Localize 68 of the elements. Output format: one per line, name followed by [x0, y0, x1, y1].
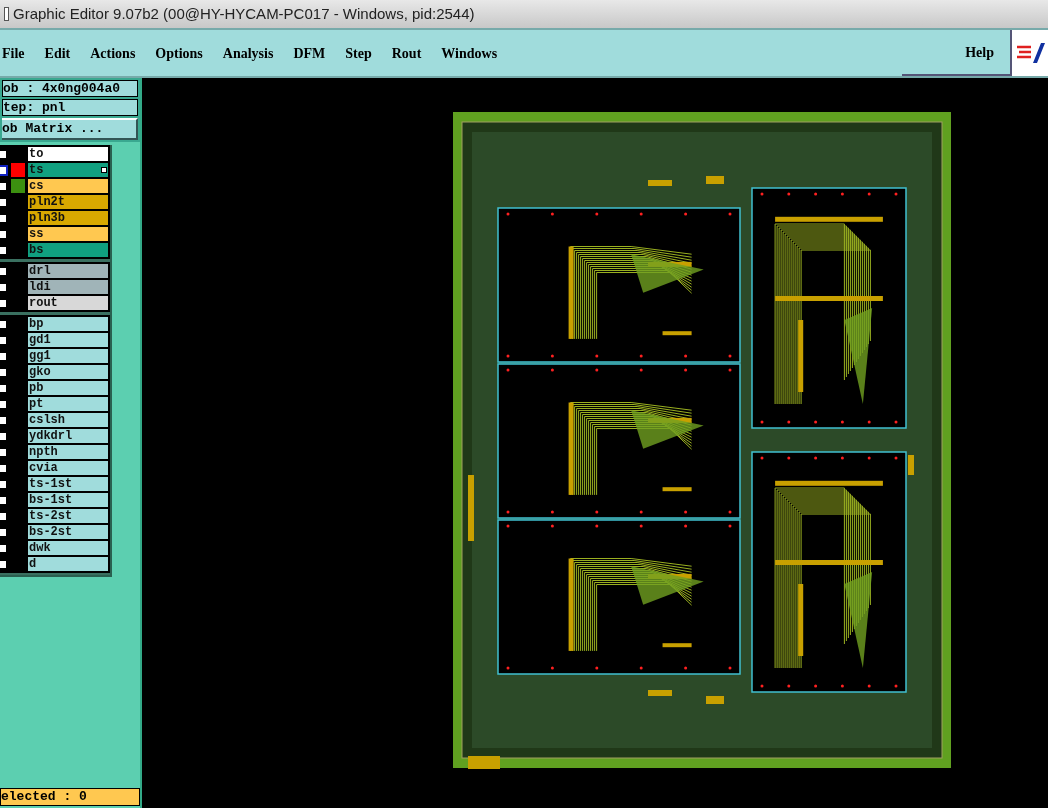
layer-checkbox[interactable] [0, 414, 8, 426]
layer-checkbox[interactable] [0, 196, 8, 208]
layer-checkbox[interactable] [0, 297, 8, 309]
layer-checkbox[interactable] [0, 430, 8, 442]
menu-item[interactable]: File [2, 42, 25, 64]
layer-name[interactable]: cvia [28, 461, 108, 475]
layer-checkbox[interactable] [0, 542, 8, 554]
layer-name[interactable]: pb [28, 381, 108, 395]
layer-name[interactable]: gko [28, 365, 108, 379]
menu-item[interactable]: Step [345, 42, 372, 64]
layer-name[interactable]: bs-1st [28, 493, 108, 507]
app-icon [4, 7, 9, 21]
menu-item[interactable]: DFM [293, 42, 326, 64]
layer-name[interactable]: dwk [28, 541, 108, 555]
layer-checkbox[interactable] [0, 446, 8, 458]
layer-name[interactable]: ts-2st [28, 509, 108, 523]
layer-checkbox[interactable] [0, 164, 8, 176]
layer-checkbox[interactable] [0, 478, 8, 490]
layer-name[interactable]: d [28, 557, 108, 571]
menu-item[interactable]: Actions [90, 42, 136, 64]
menu-item[interactable]: Options [155, 42, 203, 64]
layer-name[interactable]: gg1 [28, 349, 108, 363]
menu-item[interactable]: Analysis [222, 42, 274, 64]
layer-name[interactable]: npth [28, 445, 108, 459]
layer-checkbox[interactable] [0, 494, 8, 506]
layer-checkbox[interactable] [0, 148, 8, 160]
layer-checkbox[interactable] [0, 281, 8, 293]
layer-name[interactable]: pln3b [28, 211, 108, 225]
layer-name[interactable]: drl [28, 264, 108, 278]
layer-name[interactable]: to [28, 147, 108, 161]
layer-checkbox[interactable] [0, 366, 8, 378]
layer-checkbox[interactable] [0, 462, 8, 474]
layer-name[interactable]: pln2t [28, 195, 108, 209]
layer-name[interactable]: ts-1st [28, 477, 108, 491]
window-title: Graphic Editor 9.07b2 (00@HY-HYCAM-PC017 - Windows, pid:2544) [13, 3, 475, 24]
layer-checkbox[interactable] [0, 180, 8, 192]
layer-name[interactable]: cs [28, 179, 108, 193]
layer-name[interactable]: rout [28, 296, 108, 310]
layer-checkbox[interactable] [0, 212, 8, 224]
layer-checkbox[interactable] [0, 526, 8, 538]
layer-checkbox[interactable] [0, 334, 8, 346]
layer-name[interactable]: gd1 [28, 333, 108, 347]
layer-checkbox[interactable] [0, 510, 8, 522]
layer-checkbox[interactable] [0, 244, 8, 256]
layer-checkbox[interactable] [0, 318, 8, 330]
layer-name[interactable]: bs-2st [28, 525, 108, 539]
layer-name[interactable]: bs [28, 243, 108, 257]
layer-name[interactable]: ts [28, 163, 108, 177]
job-label: ob : 4x0ng004a0 [2, 80, 138, 97]
menu-item[interactable]: Edit [44, 42, 71, 64]
menu-item[interactable]: Windows [441, 42, 498, 64]
layer-name[interactable]: bp [28, 317, 108, 331]
layer-checkbox[interactable] [0, 382, 8, 394]
step-label: tep: pnl [2, 99, 138, 116]
layer-name[interactable]: ss [28, 227, 108, 241]
layer-checkbox[interactable] [0, 398, 8, 410]
logo-icon [1012, 30, 1048, 76]
layer-name[interactable]: ydkdrl [28, 429, 108, 443]
layer-name[interactable]: cslsh [28, 413, 108, 427]
layer-name[interactable]: ldi [28, 280, 108, 294]
layer-checkbox[interactable] [0, 265, 8, 277]
layer-name[interactable]: pt [28, 397, 108, 411]
menu-item[interactable]: Rout [391, 42, 422, 64]
layer-checkbox[interactable] [0, 350, 8, 362]
job-matrix-button[interactable]: ob Matrix ... [2, 118, 138, 140]
layer-checkbox[interactable] [0, 228, 8, 240]
selected-count: elected : 0 [0, 788, 140, 806]
layer-checkbox[interactable] [0, 558, 8, 570]
